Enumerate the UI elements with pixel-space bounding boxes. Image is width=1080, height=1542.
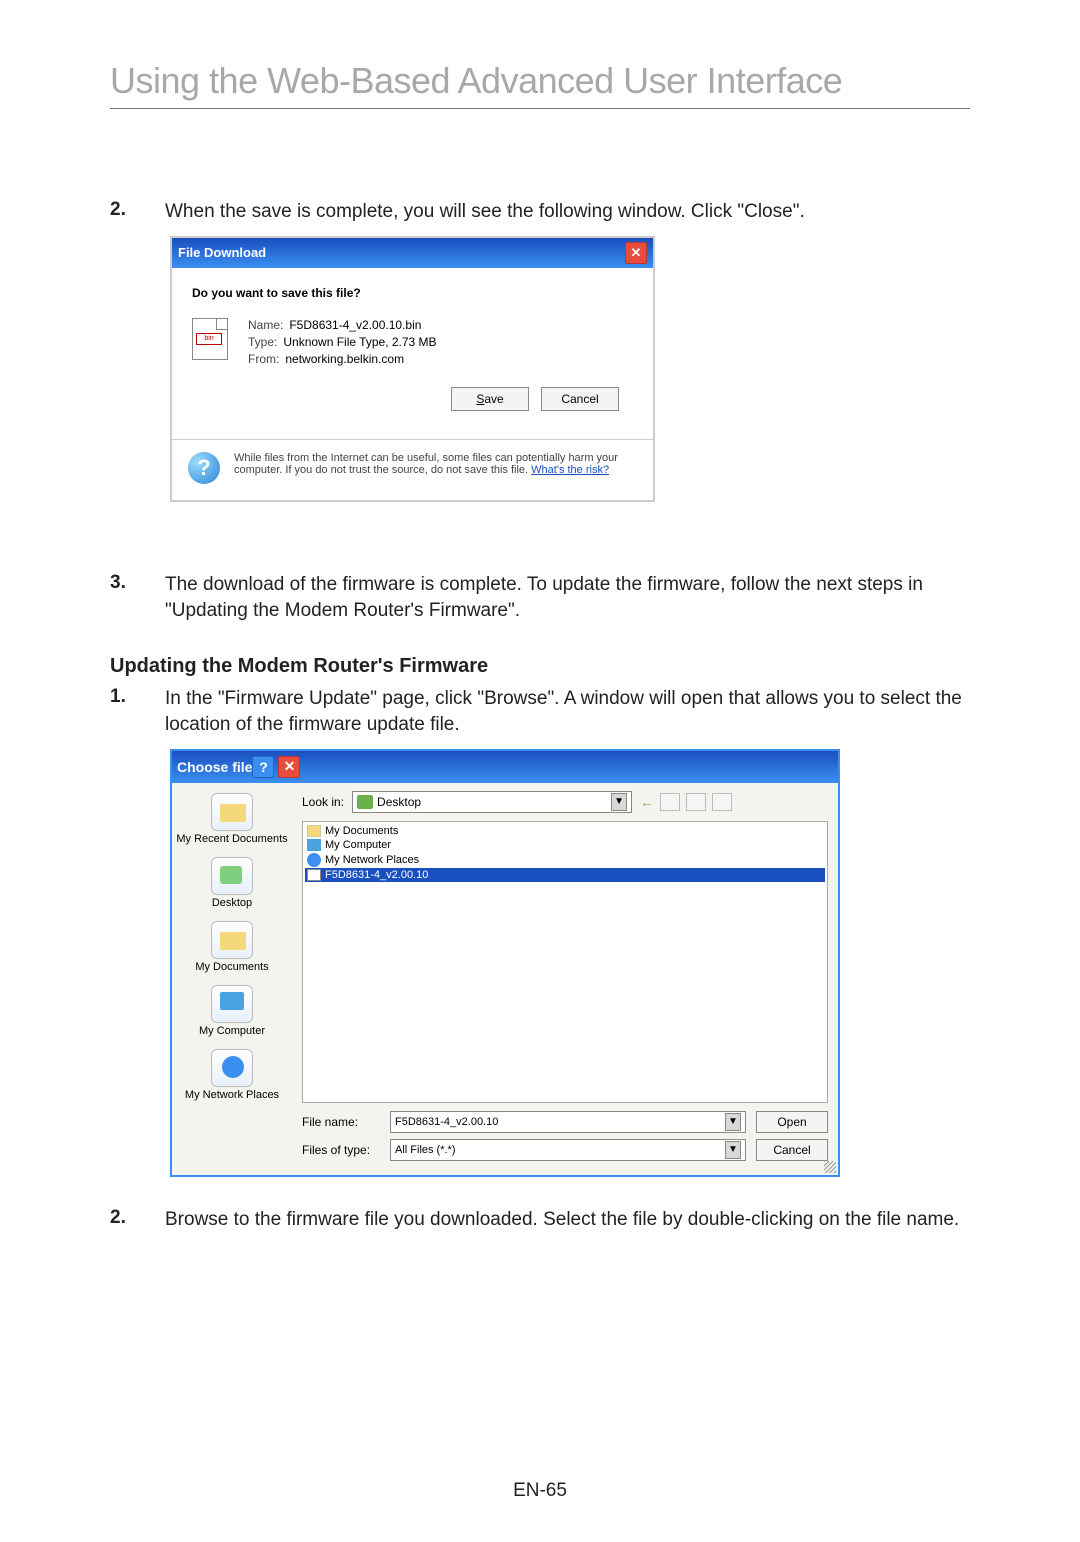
computer-icon: [307, 839, 321, 851]
sidebar-item-label: My Computer: [172, 1025, 292, 1037]
file-list[interactable]: My Documents My Computer My Network Plac…: [302, 821, 828, 1103]
sidebar-desktop[interactable]: Desktop: [172, 857, 292, 909]
type-value: Unknown File Type, 2.73 MB: [283, 335, 436, 349]
cancel-button[interactable]: Cancel: [756, 1139, 828, 1161]
lookin-value: Desktop: [377, 795, 607, 809]
back-icon[interactable]: ←: [640, 794, 654, 810]
list-item-selected[interactable]: F5D8631-4_v2.00.10: [305, 868, 825, 882]
s2-step-2-number: 2.: [110, 1207, 165, 1234]
section-heading: Updating the Modem Router's Firmware: [110, 655, 970, 678]
help-icon[interactable]: ?: [252, 756, 274, 778]
filetype-value: All Files (*.*): [395, 1144, 725, 1156]
filetype-dropdown[interactable]: All Files (*.*) ▼: [390, 1139, 746, 1161]
step-2-number: 2.: [110, 199, 165, 226]
folder-icon: [307, 825, 321, 837]
filename-label: File name:: [302, 1115, 380, 1129]
whats-the-risk-link[interactable]: What's the risk?: [531, 464, 609, 476]
sidebar-item-label: My Network Places: [172, 1089, 292, 1101]
from-value: networking.belkin.com: [285, 352, 404, 366]
chevron-down-icon[interactable]: ▼: [725, 1113, 741, 1131]
globe-icon: [307, 853, 321, 867]
recent-documents-icon: [211, 793, 253, 831]
my-computer-icon: [211, 985, 253, 1023]
lookin-dropdown[interactable]: Desktop ▼: [352, 791, 632, 813]
choose-file-title: Choose file: [177, 759, 252, 775]
file-download-title: File Download: [178, 245, 266, 260]
list-item[interactable]: My Documents: [305, 824, 825, 838]
name-value: F5D8631-4_v2.00.10.bin: [289, 318, 421, 332]
cancel-button[interactable]: Cancel: [541, 387, 619, 411]
warning-icon: ?: [188, 452, 220, 484]
sidebar-documents[interactable]: My Documents: [172, 921, 292, 973]
s2-step-1-number: 1.: [110, 686, 165, 739]
file-download-question: Do you want to save this file?: [192, 286, 643, 300]
view-menu-icon[interactable]: [712, 793, 732, 811]
close-icon[interactable]: ✕: [625, 242, 647, 264]
chevron-down-icon[interactable]: ▼: [611, 793, 627, 811]
page-footer: EN-65: [0, 1480, 1080, 1502]
from-label: From:: [248, 352, 279, 366]
desktop-mini-icon: [357, 795, 373, 809]
filetype-label: Files of type:: [302, 1143, 380, 1157]
sidebar-recent[interactable]: My Recent Documents: [172, 793, 292, 845]
sidebar-item-label: My Recent Documents: [172, 833, 292, 845]
step-3-text: The download of the firmware is complete…: [165, 572, 970, 625]
list-item[interactable]: My Computer: [305, 838, 825, 852]
my-documents-icon: [211, 921, 253, 959]
type-label: Type:: [248, 335, 277, 349]
lookin-label: Look in:: [302, 795, 344, 809]
s2-step-2-text: Browse to the firmware file you download…: [165, 1207, 959, 1234]
chevron-down-icon[interactable]: ▼: [725, 1141, 741, 1159]
step-2-text: When the save is complete, you will see …: [165, 199, 805, 226]
name-label: Name:: [248, 318, 283, 332]
list-item[interactable]: My Network Places: [305, 852, 825, 868]
sidebar-item-label: My Documents: [172, 961, 292, 973]
close-icon[interactable]: ✕: [278, 756, 300, 778]
sidebar-computer[interactable]: My Computer: [172, 985, 292, 1037]
resize-grip-icon[interactable]: [824, 1161, 836, 1173]
open-button[interactable]: Open: [756, 1111, 828, 1133]
step-3-number: 3.: [110, 572, 165, 625]
sidebar-item-label: Desktop: [172, 897, 292, 909]
my-network-places-icon: [211, 1049, 253, 1087]
choose-file-dialog: Choose file ? ✕ My Recent Documents Desk…: [170, 749, 840, 1177]
file-icon: bin: [192, 318, 228, 360]
page-title: Using the Web-Based Advanced User Interf…: [110, 60, 970, 102]
filename-value: F5D8631-4_v2.00.10: [395, 1116, 725, 1128]
new-folder-icon[interactable]: [686, 793, 706, 811]
file-download-dialog: File Download ✕ Do you want to save this…: [170, 236, 655, 502]
filename-input[interactable]: F5D8631-4_v2.00.10 ▼: [390, 1111, 746, 1133]
up-folder-icon[interactable]: [660, 793, 680, 811]
file-icon: [307, 869, 321, 881]
sidebar-network[interactable]: My Network Places: [172, 1049, 292, 1101]
desktop-icon: [211, 857, 253, 895]
save-button[interactable]: SSaveave: [451, 387, 529, 411]
title-divider: [110, 108, 970, 109]
s2-step-1-text: In the "Firmware Update" page, click "Br…: [165, 686, 970, 739]
